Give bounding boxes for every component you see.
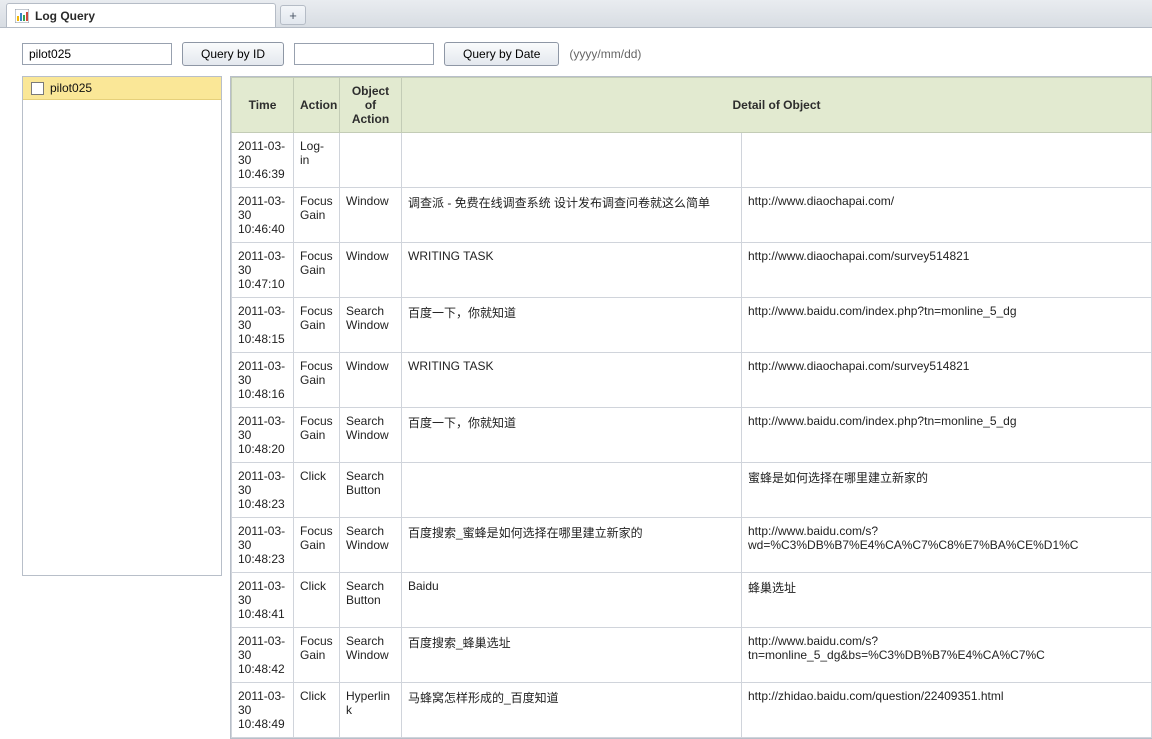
cell-detail: 百度搜索_蜂巢选址	[402, 628, 742, 683]
table-row: 2011-03-30 10:48:41ClickSearch ButtonBai…	[232, 573, 1152, 628]
cell-extra[interactable]: http://zhidao.baidu.com/question/2240935…	[742, 683, 1152, 738]
cell-time: 2011-03-30 10:48:23	[232, 463, 294, 518]
sidebar-tree: pilot025	[22, 76, 222, 576]
log-table: Time Action Object of Action Detail of O…	[231, 77, 1152, 738]
cell-extra[interactable]: http://www.diaochapai.com/survey514821	[742, 243, 1152, 298]
tab-strip: Log Query +	[0, 0, 1152, 28]
new-tab-button[interactable]: +	[280, 5, 306, 25]
tab-title: Log Query	[35, 9, 95, 23]
cell-time: 2011-03-30 10:47:10	[232, 243, 294, 298]
table-row: 2011-03-30 10:48:42Focus GainSearch Wind…	[232, 628, 1152, 683]
cell-time: 2011-03-30 10:48:20	[232, 408, 294, 463]
cell-extra	[742, 133, 1152, 188]
cell-action: Click	[294, 573, 340, 628]
cell-object: Search Window	[340, 408, 402, 463]
cell-detail	[402, 133, 742, 188]
cell-time: 2011-03-30 10:48:49	[232, 683, 294, 738]
col-header-time: Time	[232, 78, 294, 133]
cell-extra[interactable]: http://www.baidu.com/index.php?tn=monlin…	[742, 298, 1152, 353]
cell-object: Search Button	[340, 463, 402, 518]
cell-action: Focus Gain	[294, 353, 340, 408]
table-row: 2011-03-30 10:48:23ClickSearch Button 蜜蜂是…	[232, 463, 1152, 518]
query-bar: Query by ID Query by Date (yyyy/mm/dd)	[0, 28, 1152, 76]
query-by-id-button[interactable]: Query by ID	[182, 42, 284, 66]
col-header-action: Action	[294, 78, 340, 133]
cell-object: Hyperlink	[340, 683, 402, 738]
cell-detail: Baidu	[402, 573, 742, 628]
cell-action: Click	[294, 683, 340, 738]
cell-detail: 百度一下，你就知道	[402, 408, 742, 463]
cell-object: Search Button	[340, 573, 402, 628]
cell-detail: WRITING TASK	[402, 243, 742, 298]
cell-extra[interactable]: http://www.diaochapai.com/survey514821	[742, 353, 1152, 408]
cell-object: Window	[340, 243, 402, 298]
cell-extra: 蜂巢选址	[742, 573, 1152, 628]
cell-time: 2011-03-30 10:48:23	[232, 518, 294, 573]
table-row: 2011-03-30 10:48:49ClickHyperlink马蜂窝怎样形成…	[232, 683, 1152, 738]
table-row: 2011-03-30 10:48:23Focus GainSearch Wind…	[232, 518, 1152, 573]
cell-extra[interactable]: http://www.diaochapai.com/	[742, 188, 1152, 243]
cell-action: Focus Gain	[294, 408, 340, 463]
cell-action: Focus Gain	[294, 243, 340, 298]
cell-action: Focus Gain	[294, 628, 340, 683]
plus-icon: +	[289, 9, 297, 22]
cell-action: Focus Gain	[294, 298, 340, 353]
cell-object: Search Window	[340, 628, 402, 683]
cell-detail: WRITING TASK	[402, 353, 742, 408]
date-input[interactable]	[294, 43, 434, 65]
cell-object: Search Window	[340, 298, 402, 353]
date-format-hint: (yyyy/mm/dd)	[569, 47, 641, 61]
tab-log-query[interactable]: Log Query	[6, 3, 276, 27]
cell-action: Focus Gain	[294, 188, 340, 243]
cell-extra[interactable]: http://www.baidu.com/index.php?tn=monlin…	[742, 408, 1152, 463]
cell-detail	[402, 463, 742, 518]
cell-object: Window	[340, 188, 402, 243]
tree-item-pilot025[interactable]: pilot025	[23, 77, 221, 100]
cell-detail: 马蜂窝怎样形成的_百度知道	[402, 683, 742, 738]
id-input[interactable]	[22, 43, 172, 65]
cell-action: Focus Gain	[294, 518, 340, 573]
cell-extra: 蜜蜂是如何选择在哪里建立新家的	[742, 463, 1152, 518]
cell-object: Search Window	[340, 518, 402, 573]
cell-time: 2011-03-30 10:46:39	[232, 133, 294, 188]
cell-action: Log-in	[294, 133, 340, 188]
cell-time: 2011-03-30 10:48:16	[232, 353, 294, 408]
checkbox-icon[interactable]	[31, 82, 44, 95]
table-header-row: Time Action Object of Action Detail of O…	[232, 78, 1152, 133]
cell-object	[340, 133, 402, 188]
content-area: pilot025 Time Action Object of Action De…	[0, 76, 1152, 739]
cell-extra[interactable]: http://www.baidu.com/s?tn=monline_5_dg&b…	[742, 628, 1152, 683]
table-row: 2011-03-30 10:48:16Focus GainWindowWRITI…	[232, 353, 1152, 408]
query-by-date-button[interactable]: Query by Date	[444, 42, 559, 66]
log-table-wrap: Time Action Object of Action Detail of O…	[230, 76, 1152, 739]
table-row: 2011-03-30 10:47:10Focus GainWindowWRITI…	[232, 243, 1152, 298]
cell-time: 2011-03-30 10:46:40	[232, 188, 294, 243]
cell-time: 2011-03-30 10:48:15	[232, 298, 294, 353]
tree-item-label: pilot025	[50, 81, 92, 95]
table-row: 2011-03-30 10:46:40Focus GainWindow调查派 -…	[232, 188, 1152, 243]
cell-action: Click	[294, 463, 340, 518]
table-row: 2011-03-30 10:46:39Log-in	[232, 133, 1152, 188]
cell-detail: 调查派 - 免费在线调查系统 设计发布调查问卷就这么简单	[402, 188, 742, 243]
chart-icon	[15, 9, 29, 23]
cell-extra[interactable]: http://www.baidu.com/s?wd=%C3%DB%B7%E4%C…	[742, 518, 1152, 573]
col-header-object: Object of Action	[340, 78, 402, 133]
table-row: 2011-03-30 10:48:20Focus GainSearch Wind…	[232, 408, 1152, 463]
cell-object: Window	[340, 353, 402, 408]
col-header-detail: Detail of Object	[402, 78, 1152, 133]
cell-time: 2011-03-30 10:48:41	[232, 573, 294, 628]
cell-detail: 百度搜索_蜜蜂是如何选择在哪里建立新家的	[402, 518, 742, 573]
cell-detail: 百度一下，你就知道	[402, 298, 742, 353]
table-row: 2011-03-30 10:48:15Focus GainSearch Wind…	[232, 298, 1152, 353]
cell-time: 2011-03-30 10:48:42	[232, 628, 294, 683]
